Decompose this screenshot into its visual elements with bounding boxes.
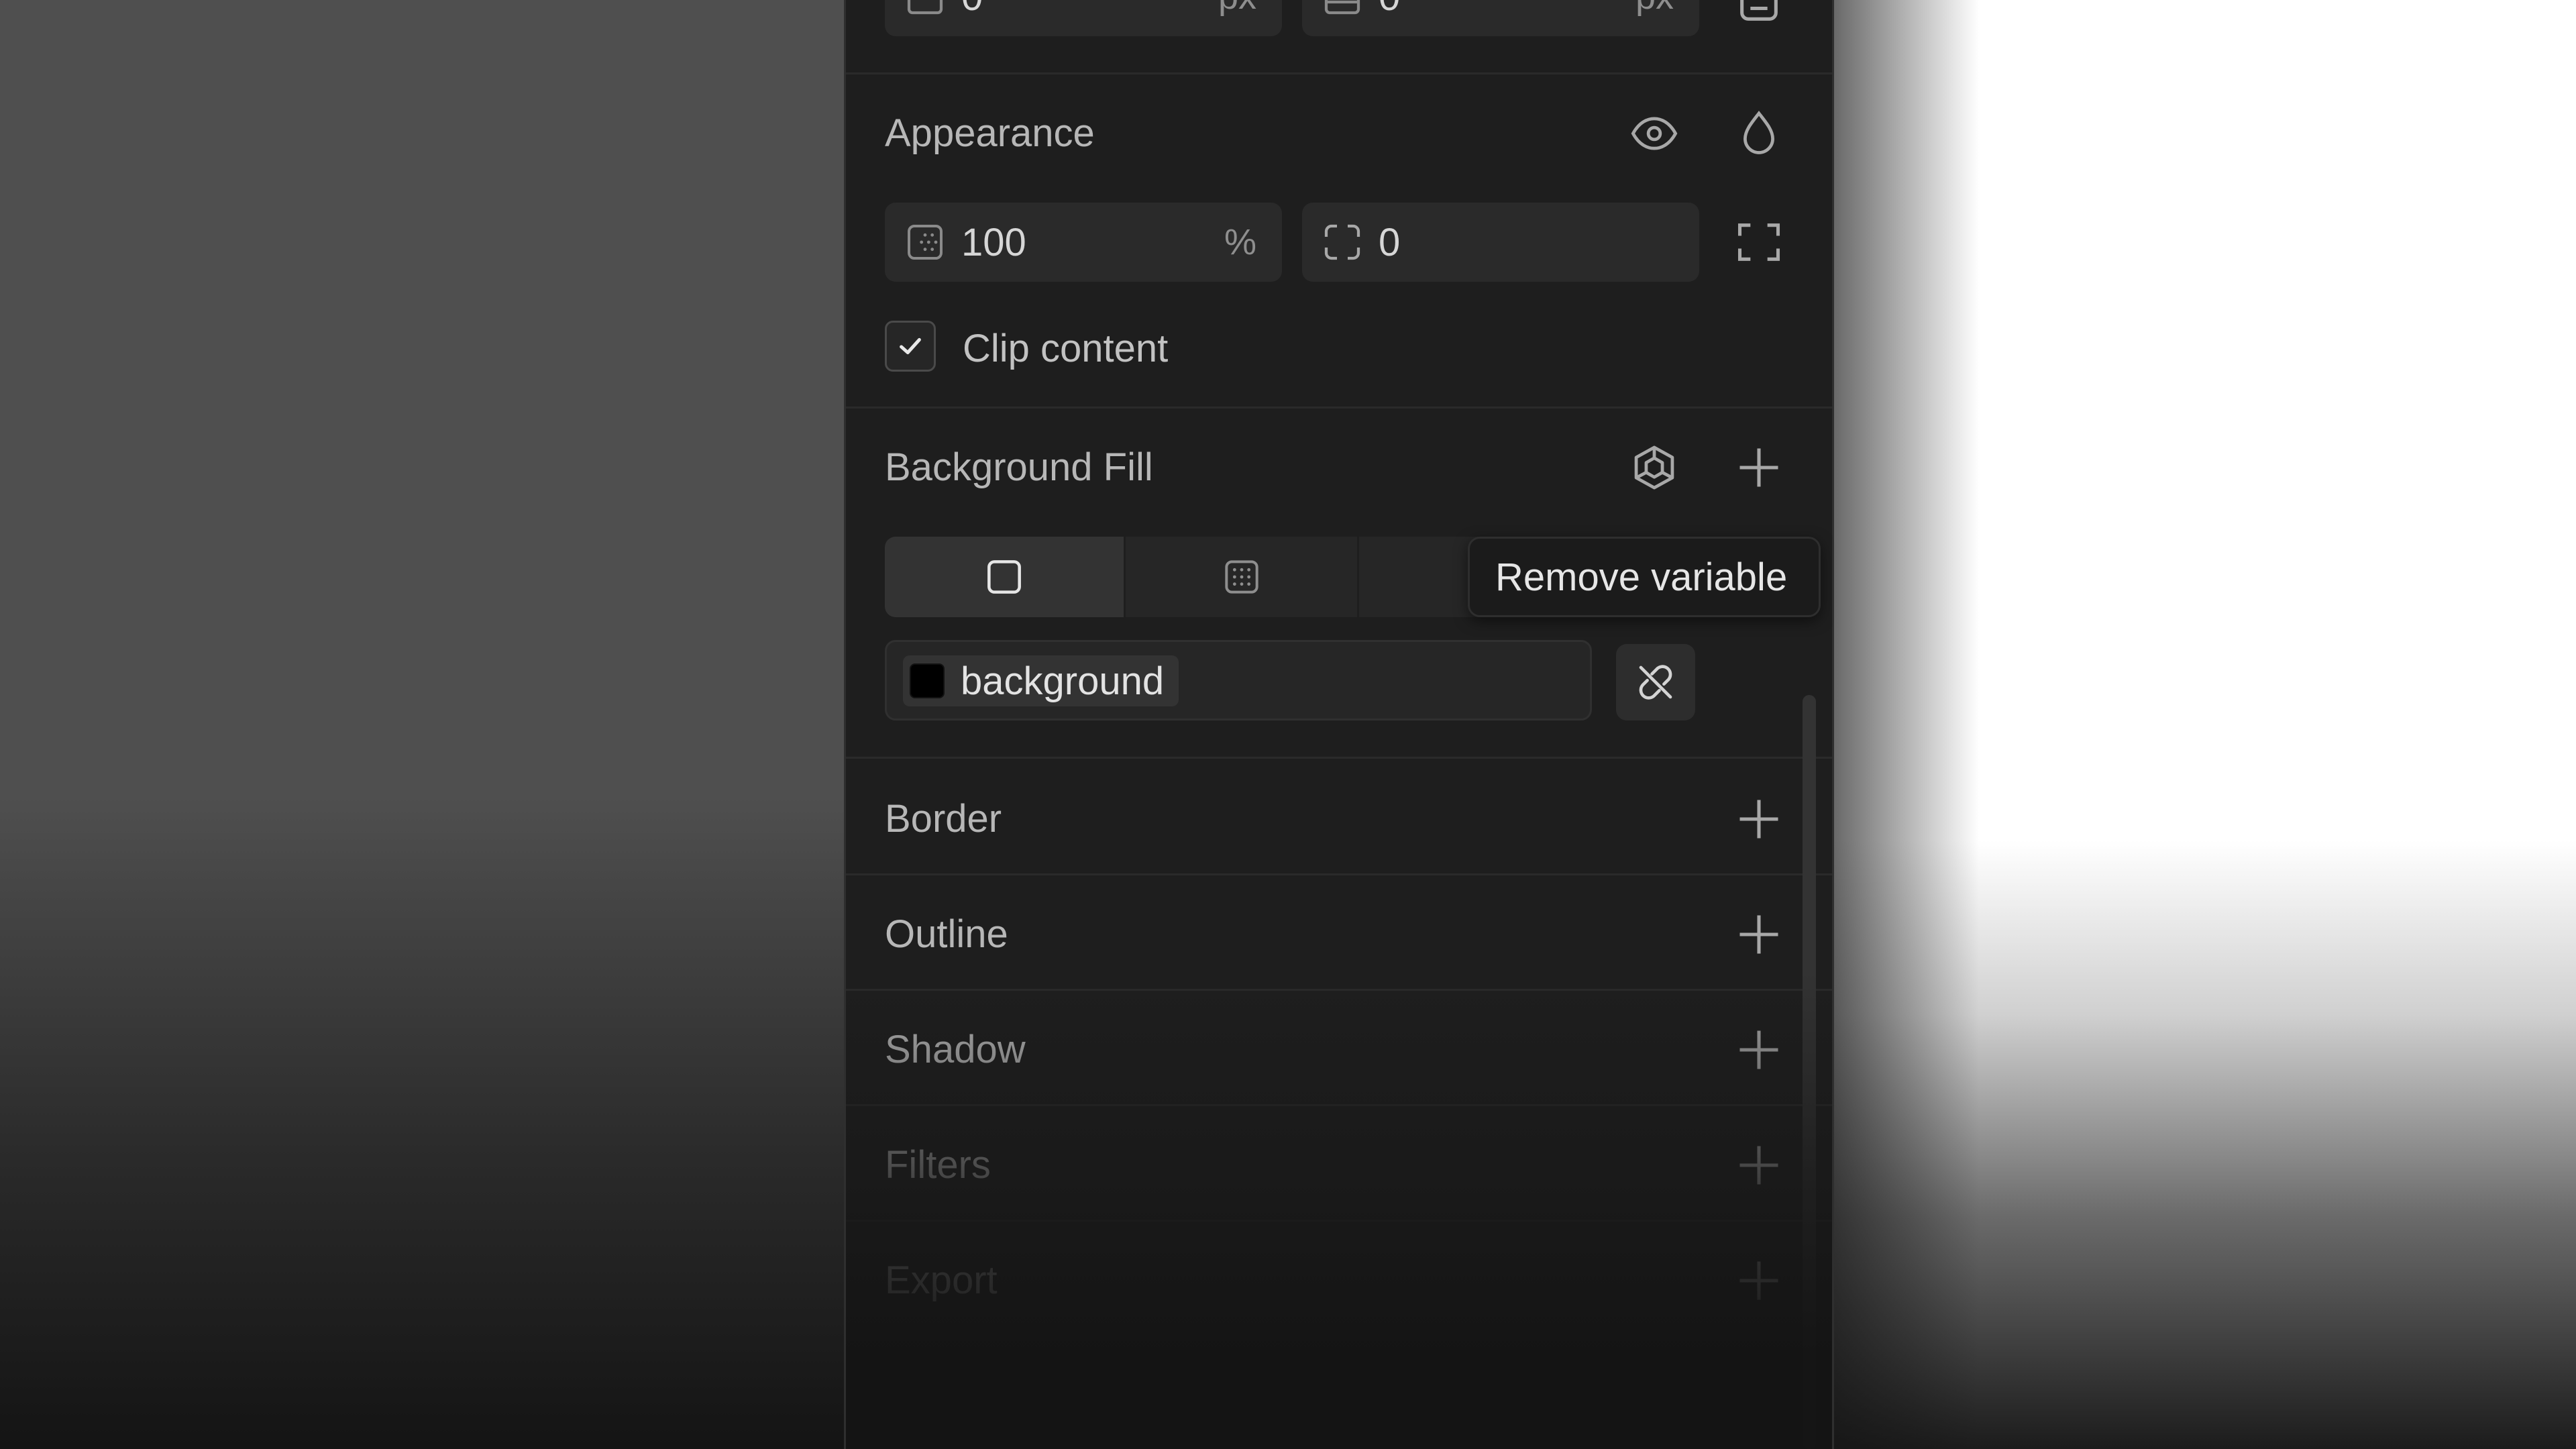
- appearance-title: Appearance: [885, 111, 1095, 155]
- unlink-icon: [1639, 665, 1672, 700]
- background-fill-title: Background Fill: [885, 445, 1153, 489]
- padding-icon: [1324, 0, 1360, 15]
- plus-icon: [1739, 1030, 1778, 1069]
- add-border-button[interactable]: [1722, 782, 1796, 856]
- plus-icon: [1739, 800, 1778, 839]
- add-outline-button[interactable]: [1722, 898, 1796, 971]
- variable-name: background: [961, 659, 1165, 703]
- section-divider: [846, 989, 1832, 991]
- clip-content-label: Clip content: [963, 327, 1169, 370]
- outline-title: Outline: [885, 912, 1008, 956]
- opacity-field[interactable]: 100 %: [885, 203, 1282, 282]
- droplet-icon: [1743, 111, 1774, 154]
- blend-mode-button[interactable]: [1722, 97, 1796, 170]
- section-divider: [846, 407, 1832, 409]
- padding-toggle-icon: [1740, 0, 1778, 21]
- section-divider: [846, 72, 1832, 74]
- fill-type-gradient[interactable]: [1126, 537, 1357, 617]
- add-export-button[interactable]: [1722, 1244, 1796, 1318]
- gradient-fill-icon: [1224, 560, 1258, 594]
- padding-value-2: 0: [1379, 0, 1400, 19]
- properties-panel: 0 px 0 px Appearance: [844, 0, 1834, 1449]
- variables-button[interactable]: [1617, 431, 1691, 504]
- canvas-backdrop-left: [0, 0, 845, 1449]
- panel-shadow: [1831, 0, 1979, 1449]
- solid-fill-icon: [987, 560, 1021, 594]
- border-title: Border: [885, 797, 1002, 841]
- eye-icon: [1631, 117, 1678, 150]
- section-divider: [846, 1220, 1832, 1222]
- padding-unit-1: px: [1218, 0, 1256, 17]
- section-divider: [846, 757, 1832, 759]
- add-fill-button[interactable]: [1722, 431, 1796, 504]
- independent-corners-icon: [1737, 223, 1780, 261]
- filters-title: Filters: [885, 1143, 991, 1187]
- opacity-icon: [908, 225, 943, 260]
- add-filter-button[interactable]: [1722, 1128, 1796, 1202]
- variable-chip[interactable]: background: [903, 655, 1179, 706]
- checkmark-icon: [900, 337, 921, 355]
- padding-field-1[interactable]: 0 px: [885, 0, 1282, 36]
- padding-value-1: 0: [961, 0, 983, 19]
- clip-content-checkbox[interactable]: [885, 321, 936, 372]
- opacity-value: 100: [961, 220, 1026, 264]
- plus-icon: [1739, 1261, 1778, 1300]
- corner-radius-value: 0: [1379, 220, 1401, 264]
- color-swatch: [910, 663, 945, 698]
- corner-radius-field[interactable]: 0: [1302, 203, 1699, 282]
- corner-radius-icon: [1324, 224, 1360, 260]
- remove-variable-button[interactable]: [1616, 644, 1695, 720]
- fill-variable-field[interactable]: background: [885, 640, 1592, 720]
- plus-icon: [1739, 448, 1778, 487]
- fill-type-solid[interactable]: [885, 537, 1124, 617]
- visibility-button[interactable]: [1617, 97, 1691, 170]
- panel-scrollbar[interactable]: [1803, 695, 1816, 1449]
- add-shadow-button[interactable]: [1722, 1013, 1796, 1087]
- padding-icon: [907, 0, 943, 15]
- variables-icon: [1634, 445, 1674, 490]
- plus-icon: [1739, 1146, 1778, 1185]
- padding-field-2[interactable]: 0 px: [1302, 0, 1699, 36]
- section-divider: [846, 873, 1832, 875]
- independent-corners-button[interactable]: [1722, 205, 1796, 279]
- shadow-title: Shadow: [885, 1028, 1026, 1071]
- plus-icon: [1739, 915, 1778, 954]
- padding-toggle-button[interactable]: [1722, 0, 1796, 39]
- section-divider: [846, 1104, 1832, 1106]
- opacity-unit: %: [1224, 222, 1256, 262]
- remove-variable-tooltip: Remove variable: [1468, 537, 1821, 617]
- padding-unit-2: px: [1635, 0, 1674, 17]
- export-title: Export: [885, 1258, 998, 1302]
